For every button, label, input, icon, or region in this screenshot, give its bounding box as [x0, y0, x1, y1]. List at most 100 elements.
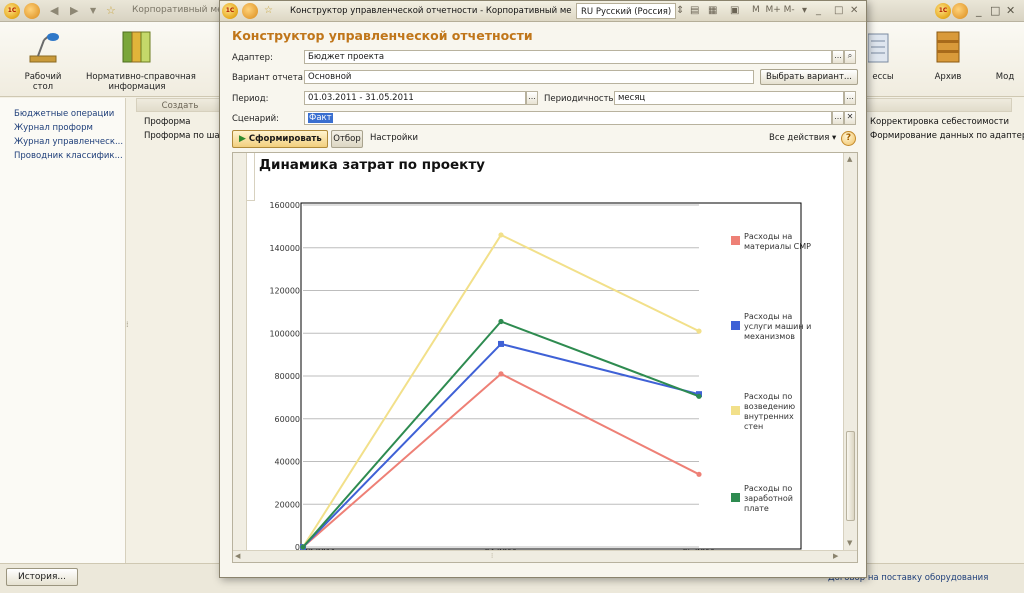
- periodicity-choose-button[interactable]: ...: [844, 91, 856, 105]
- y-tick-label: 120000: [269, 287, 300, 296]
- scenario-field[interactable]: Факт: [304, 111, 832, 125]
- scroll-up-icon[interactable]: ▲: [847, 155, 852, 163]
- variant-field[interactable]: Основной: [304, 70, 754, 84]
- modal-maximize-icon[interactable]: □: [834, 5, 843, 16]
- forward-arrow-icon[interactable]: ▶: [70, 4, 78, 17]
- scroll-down-icon[interactable]: ▼: [847, 539, 852, 547]
- 1c-logo-icon[interactable]: 1С: [4, 3, 20, 19]
- legend-swatch: [731, 236, 740, 245]
- generate-label: Сформировать: [248, 134, 322, 144]
- periodicity-label: Периодичность:: [544, 94, 617, 104]
- vertical-scrollbar[interactable]: ▲ ▼: [843, 153, 857, 550]
- legend-label: Расходы на: [744, 232, 792, 241]
- help-icon[interactable]: ?: [841, 131, 856, 146]
- main-minimize-icon[interactable]: _: [976, 4, 982, 17]
- right-link-adapter-data[interactable]: Формирование данных по адаптерам: [870, 131, 1024, 141]
- nav-link-proforma-journal[interactable]: Журнал проформ: [14, 123, 93, 133]
- settings-button[interactable]: Настройки: [370, 133, 418, 143]
- section-archive[interactable]: Архив: [930, 28, 966, 82]
- favorites-star-icon[interactable]: ☆: [106, 4, 116, 17]
- history-dropdown-icon[interactable]: ▼: [90, 6, 96, 15]
- data-point: [498, 371, 504, 377]
- modal-menu-icon[interactable]: [242, 3, 258, 19]
- adapter-search-icon[interactable]: ⌕: [844, 50, 856, 64]
- section-desktop[interactable]: Рабочий стол: [18, 28, 68, 92]
- variant-label: Вариант отчета:: [232, 73, 306, 83]
- adapter-field[interactable]: Бюджет проекта: [304, 50, 832, 64]
- horizontal-scroll-thumb[interactable]: ⁞: [491, 552, 493, 560]
- calculator-icon[interactable]: ▦: [708, 5, 717, 16]
- create-panel: Создать Проформа Проформа по шаблону: [136, 98, 246, 218]
- y-tick-label: 20000: [275, 500, 300, 509]
- modal-dropdown-icon[interactable]: ▾: [802, 5, 807, 16]
- stepper-icon[interactable]: ⇕: [676, 5, 684, 16]
- section-archive-label: Архив: [934, 72, 962, 82]
- report-toolbar: ▶ Сформировать Отбор Настройки Все дейст…: [232, 129, 858, 149]
- choose-variant-button[interactable]: Выбрать вариант...: [760, 69, 858, 85]
- legend-swatch: [731, 406, 740, 415]
- adapter-choose-button[interactable]: ...: [832, 50, 844, 64]
- form-title: Конструктор управленческой отчетности: [232, 28, 533, 43]
- modal-1c-logo-icon[interactable]: 1С: [222, 3, 238, 19]
- archive-icon: [931, 28, 965, 66]
- nav-link-budget-ops[interactable]: Бюджетные операции: [14, 109, 114, 119]
- splitter-handle-icon[interactable]: ⁞: [126, 320, 129, 329]
- back-arrow-icon[interactable]: ◀: [50, 4, 58, 17]
- module-icon: [995, 28, 1015, 66]
- create-proforma[interactable]: Проформа: [144, 117, 190, 127]
- main-menu-icon-right[interactable]: [952, 3, 968, 19]
- main-close-icon[interactable]: ✕: [1006, 4, 1015, 17]
- create-panel-header: Создать: [136, 98, 224, 112]
- 1c-logo-icon-right[interactable]: 1С: [935, 3, 951, 19]
- section-reference[interactable]: Нормативно-справочная информация: [86, 28, 196, 92]
- scenario-clear-icon[interactable]: ✕: [844, 111, 856, 125]
- section-module-label: Мод: [995, 72, 1015, 82]
- main-menu-icon[interactable]: [24, 3, 40, 19]
- report-document[interactable]: Динамика затрат по проекту 0 20000 40000 60…: [232, 152, 858, 563]
- periodicity-field[interactable]: месяц: [614, 91, 844, 105]
- nav-link-classifier[interactable]: Проводник классифик...: [14, 151, 123, 161]
- legend-label: Расходы на: [744, 312, 792, 321]
- legend-label: заработной: [744, 494, 793, 503]
- legend-label: услуги машин и: [744, 322, 811, 331]
- all-actions-menu[interactable]: Все действия ▾: [769, 133, 836, 143]
- y-tick-label: 40000: [275, 458, 300, 467]
- calendar-icon[interactable]: ▣: [730, 5, 739, 16]
- horizontal-scrollbar[interactable]: ◀ ⁞ ▶: [233, 550, 857, 562]
- scroll-right-icon[interactable]: ▶: [833, 552, 838, 560]
- legend-label: механизмов: [744, 332, 795, 341]
- series-line: [302, 320, 700, 548]
- section-processes-label: ессы: [872, 72, 894, 82]
- section-reference-label: Нормативно-справочная информация: [86, 72, 196, 92]
- modal-favorites-star-icon[interactable]: ☆: [264, 5, 273, 16]
- section-processes[interactable]: ессы: [867, 28, 898, 82]
- filter-button[interactable]: Отбор: [331, 130, 363, 148]
- modal-minimize-icon[interactable]: _: [816, 5, 821, 16]
- data-point: [300, 544, 306, 550]
- right-link-cost-adjust[interactable]: Корректировка себестоимости: [870, 117, 1009, 127]
- scroll-left-icon[interactable]: ◀: [235, 552, 240, 560]
- modal-close-icon[interactable]: ✕: [850, 5, 858, 16]
- legend-label: Расходы по: [744, 392, 792, 401]
- scenario-choose-button[interactable]: ...: [832, 111, 844, 125]
- vertical-scroll-thumb[interactable]: [846, 431, 855, 521]
- processes-icon: [867, 28, 890, 66]
- legend-label: стен: [744, 422, 763, 431]
- generate-button[interactable]: ▶ Сформировать: [232, 130, 328, 148]
- data-point: [498, 318, 504, 325]
- doc-icon[interactable]: ▤: [690, 5, 699, 16]
- main-maximize-icon[interactable]: □: [990, 4, 1000, 17]
- history-button[interactable]: История...: [6, 568, 78, 586]
- legend-label: плате: [744, 504, 769, 513]
- y-tick-label: 160000: [269, 201, 300, 210]
- period-field[interactable]: 01.03.2011 - 31.05.2011: [304, 91, 526, 105]
- cost-dynamics-chart: 0200004000060000800001000001200001400001…: [269, 201, 811, 552]
- memory-buttons[interactable]: M M+ M-: [752, 5, 795, 15]
- nav-link-mgmt-journal[interactable]: Журнал управленческ...: [14, 137, 123, 147]
- data-point: [696, 328, 702, 334]
- language-indicator[interactable]: RU Русский (Россия): [576, 3, 677, 19]
- section-module[interactable]: Мод: [990, 28, 1020, 82]
- legend-swatch: [731, 493, 740, 502]
- binders-icon: [120, 28, 154, 66]
- period-choose-button[interactable]: ...: [526, 91, 538, 105]
